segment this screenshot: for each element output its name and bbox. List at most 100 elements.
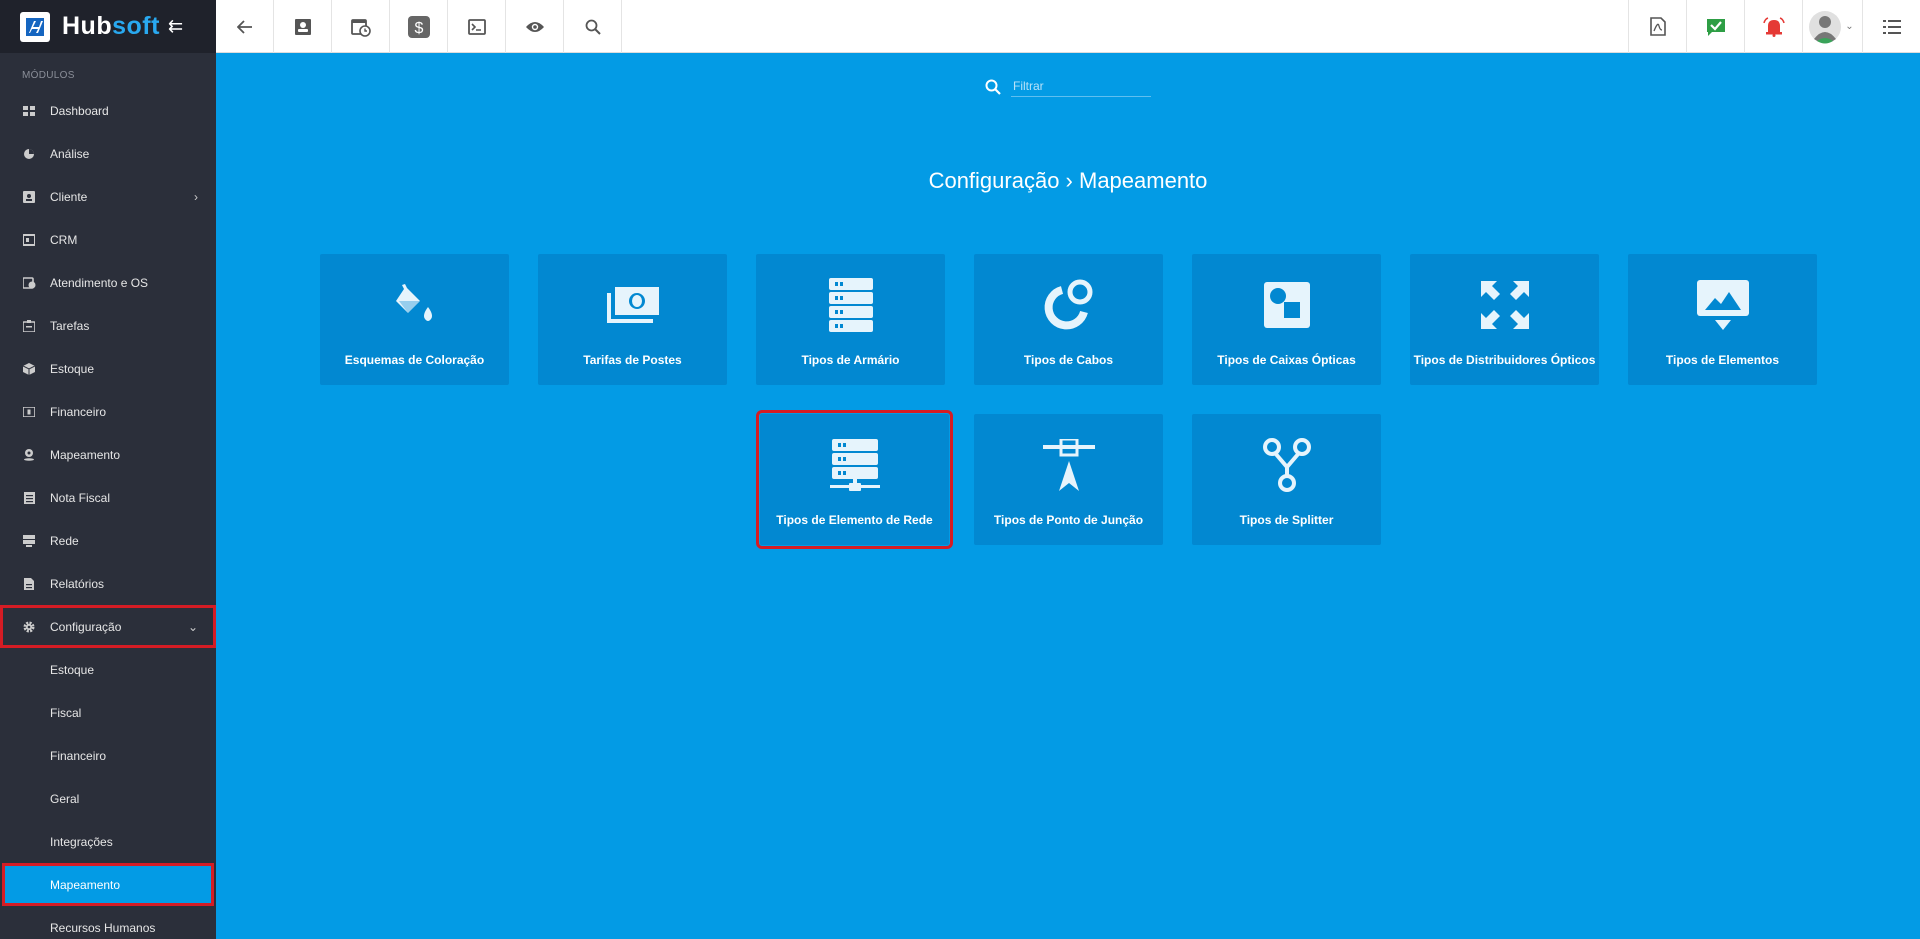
crm-icon xyxy=(22,233,36,247)
card-label: Tipos de Elemento de Rede xyxy=(776,513,933,527)
gear-icon xyxy=(22,620,36,634)
card-tipos-cabos[interactable]: Tipos de Cabos xyxy=(974,254,1163,385)
sidebar-item-tarefas[interactable]: Tarefas xyxy=(0,304,216,347)
sidebar-item-label: Rede xyxy=(50,533,79,548)
arrow-left-icon xyxy=(236,19,252,34)
section-title: MÓDULOS xyxy=(22,70,75,81)
sidebar-item-nota-fiscal[interactable]: Nota Fiscal xyxy=(0,476,216,519)
sidebar-subitem-estoque[interactable]: Estoque xyxy=(0,648,216,691)
card-label: Tipos de Splitter xyxy=(1239,513,1334,527)
sidebar-item-label: Tarefas xyxy=(50,318,90,333)
brand-name: Hubsoft xyxy=(62,12,160,40)
brand-bar: Hubsoft ⇇ xyxy=(0,0,216,53)
terminal-icon xyxy=(467,18,486,35)
server-rack-icon xyxy=(827,276,875,334)
dollar-icon: $ xyxy=(407,15,430,38)
alarms-button[interactable] xyxy=(1744,0,1802,53)
card-tipos-splitter[interactable]: Tipos de Splitter xyxy=(1192,414,1381,545)
sidebar-item-label: Atendimento e OS xyxy=(50,275,149,290)
hubsoft-logo-icon xyxy=(20,11,50,42)
calendar-clock-icon xyxy=(22,276,36,290)
card-tipos-elementos[interactable]: Tipos de Elementos xyxy=(1628,254,1817,385)
collapse-sidebar-icon[interactable]: ⇇ xyxy=(168,16,183,37)
optical-box-icon xyxy=(1263,276,1310,334)
avatar xyxy=(1809,10,1842,43)
list-menu-icon xyxy=(1882,19,1901,34)
pdf-button[interactable] xyxy=(1628,0,1686,53)
sidebar-subitem-recursos-humanos[interactable]: Recursos Humanos xyxy=(0,906,216,939)
view-button[interactable] xyxy=(506,0,564,53)
card-label: Tipos de Cabos xyxy=(1023,353,1114,367)
card-label: Tipos de Armário xyxy=(801,353,900,367)
sidebar-item-analise[interactable]: Análise xyxy=(0,132,216,175)
sidebar-item-label: Cliente xyxy=(50,189,88,204)
sidebar-item-mapeamento[interactable]: Mapeamento xyxy=(0,433,216,476)
search-icon xyxy=(985,79,1001,95)
sidebar-item-label: Financeiro xyxy=(50,404,107,419)
sidebar-item-label: Dashboard xyxy=(50,103,109,118)
svg-text:$: $ xyxy=(414,20,423,37)
sidebar-subitem-financeiro[interactable]: Financeiro xyxy=(0,734,216,777)
chevron-right-icon: › xyxy=(194,189,198,204)
sidebar-item-cliente[interactable]: Cliente › xyxy=(0,175,216,218)
card-tipos-distribuidores-opticos[interactable]: Tipos de Distribuidores Ópticos xyxy=(1410,254,1599,385)
sidebar-subitem-geral[interactable]: Geral xyxy=(0,777,216,820)
network-server-icon xyxy=(829,436,880,494)
approvals-button[interactable] xyxy=(1686,0,1744,53)
tasks-icon xyxy=(22,319,36,333)
card-label: Esquemas de Coloração xyxy=(344,353,485,367)
sidebar-item-label: Estoque xyxy=(50,361,95,376)
cable-ring-icon xyxy=(1042,276,1096,334)
sidebar-item-dashboard[interactable]: Dashboard xyxy=(0,89,216,132)
calendar-clock-icon xyxy=(350,18,371,37)
eye-icon xyxy=(525,21,544,32)
sidebar-subitem-fiscal[interactable]: Fiscal xyxy=(0,691,216,734)
sidebar: Hubsoft ⇇ MÓDULOS Dashboard Análise Clie… xyxy=(0,0,216,939)
user-menu-button[interactable]: ⌄ xyxy=(1802,0,1860,53)
sidebar-item-label: Análise xyxy=(50,146,90,161)
sidebar-item-financeiro[interactable]: Financeiro xyxy=(0,390,216,433)
contact-card-icon xyxy=(294,18,311,35)
contacts-button[interactable] xyxy=(274,0,332,53)
box-icon xyxy=(22,362,36,376)
sidebar-subitem-integracoes[interactable]: Integrações xyxy=(0,820,216,863)
sidebar-item-crm[interactable]: CRM xyxy=(0,218,216,261)
sidebar-item-estoque[interactable]: Estoque xyxy=(0,347,216,390)
chevron-down-icon: ⌄ xyxy=(1845,21,1854,32)
report-icon xyxy=(22,577,36,591)
card-label: Tarifas de Postes xyxy=(583,353,682,367)
splitter-icon xyxy=(1262,436,1312,494)
paint-bucket-icon xyxy=(390,276,440,334)
sidebar-subitem-mapeamento[interactable]: Mapeamento xyxy=(2,863,214,906)
back-button[interactable] xyxy=(216,0,274,53)
card-esquemas-coloracao[interactable]: Esquemas de Coloração xyxy=(320,254,509,385)
card-label: Tipos de Ponto de Junção xyxy=(993,513,1144,527)
schedule-button[interactable] xyxy=(332,0,390,53)
chevron-down-icon: ⌄ xyxy=(187,619,198,634)
card-tipos-armario[interactable]: Tipos de Armário xyxy=(756,254,945,385)
search-button[interactable] xyxy=(564,0,622,53)
card-label: Tipos de Distribuidores Ópticos xyxy=(1413,353,1596,367)
sidebar-item-label: Relatórios xyxy=(50,576,105,591)
terminal-button[interactable] xyxy=(448,0,506,53)
sidebar-item-configuracao[interactable]: Configuração ⌄ xyxy=(0,605,216,648)
card-tipos-caixas-opticas[interactable]: Tipos de Caixas Ópticas xyxy=(1192,254,1381,385)
sidebar-item-rede[interactable]: Rede xyxy=(0,519,216,562)
pie-chart-icon xyxy=(22,147,36,161)
card-tarifas-postes[interactable]: Tarifas de Postes xyxy=(538,254,727,385)
sidebar-item-label: Configuração xyxy=(50,619,122,634)
card-label: Tipos de Caixas Ópticas xyxy=(1217,353,1356,367)
finance-button[interactable]: $ xyxy=(390,0,448,53)
pdf-file-icon xyxy=(1649,17,1666,36)
sidebar-item-label: Mapeamento xyxy=(50,447,121,462)
sidebar-item-atendimento[interactable]: Atendimento e OS xyxy=(0,261,216,304)
menu-list-button[interactable] xyxy=(1862,0,1920,53)
card-tipos-ponto-juncao[interactable]: Tipos de Ponto de Junção xyxy=(974,414,1163,545)
card-tipos-elemento-rede[interactable]: Tipos de Elemento de Rede xyxy=(756,410,953,549)
network-icon xyxy=(22,534,36,548)
invoice-icon xyxy=(22,491,36,505)
check-message-icon xyxy=(1706,18,1725,36)
filter-input[interactable] xyxy=(1011,76,1151,97)
map-pin-icon xyxy=(22,448,36,462)
sidebar-item-relatorios[interactable]: Relatórios xyxy=(0,562,216,605)
